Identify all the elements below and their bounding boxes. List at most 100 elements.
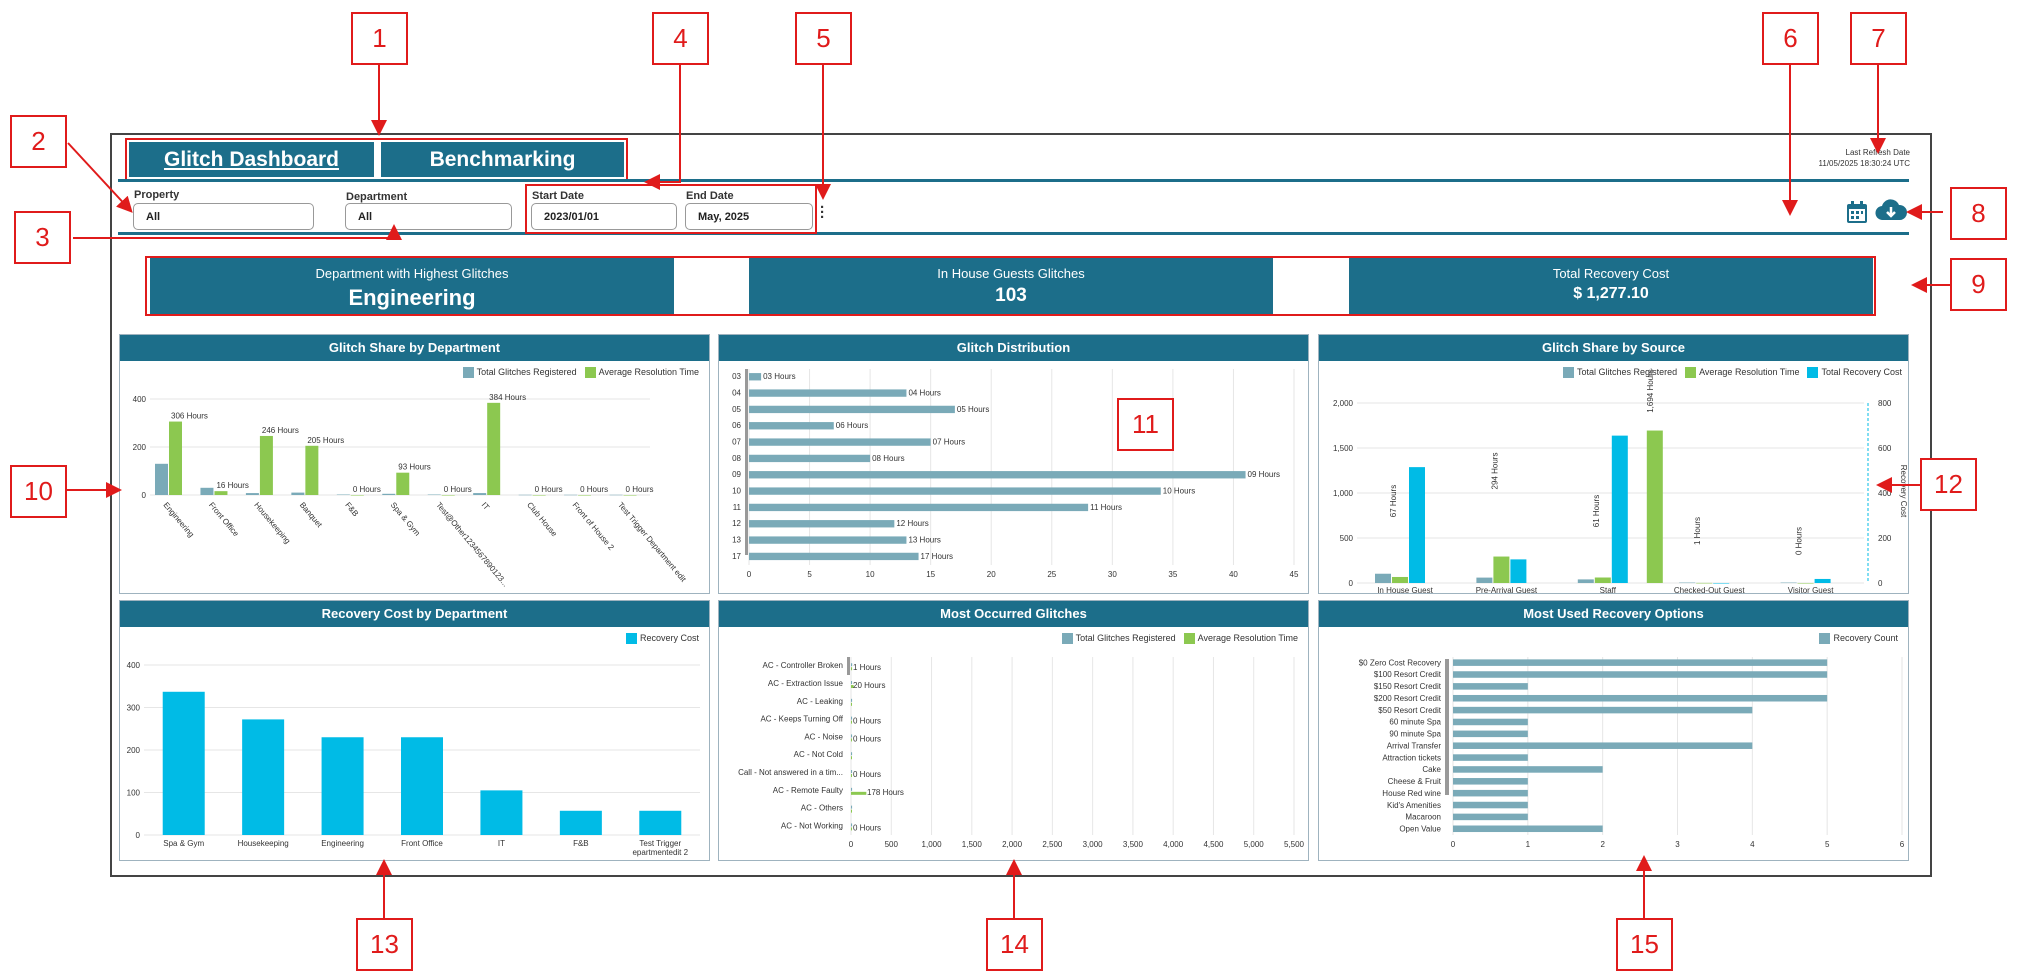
bar xyxy=(487,402,501,495)
data-label: 09 Hours xyxy=(1248,470,1280,479)
y-tick-label: 08 xyxy=(732,454,741,463)
data-label: 0 Hours xyxy=(444,485,472,494)
x-tick-label: Spa & Gym xyxy=(163,839,204,848)
x-tick-label: Club House xyxy=(525,501,559,539)
x-tick-label: 25 xyxy=(1047,570,1056,579)
y-tick-label: 10 xyxy=(732,486,741,495)
bar xyxy=(214,491,228,495)
x-tick-label: 5,000 xyxy=(1244,840,1265,849)
y2-axis-label: Recovery Cost xyxy=(1899,465,1908,518)
y-tick-label: Call - Not answered in a tim... xyxy=(738,768,843,777)
cloud-download-icon[interactable] xyxy=(1875,198,1907,224)
data-label: 05 Hours xyxy=(957,405,989,414)
kpi-highest-dept: Department with Highest Glitches Enginee… xyxy=(150,258,674,314)
scrollbar xyxy=(847,657,850,675)
bar xyxy=(749,503,1089,512)
x-tick-label: 500 xyxy=(885,840,899,849)
bar xyxy=(1453,801,1528,809)
bar xyxy=(1646,430,1663,583)
department-label: Department xyxy=(346,191,408,203)
kebab-menu-icon[interactable]: · · · xyxy=(820,200,825,225)
y-tick-label: AC - Extraction Issue xyxy=(768,679,844,688)
kpi-title: Total Recovery Cost xyxy=(1552,266,1670,281)
panel-title: Glitch Distribution xyxy=(719,335,1308,361)
y-tick-label: House Red wine xyxy=(1382,789,1441,798)
data-label: 0 Hours xyxy=(853,717,881,726)
tab-benchmarking[interactable]: Benchmarking xyxy=(381,142,624,177)
x-tick-label: IT xyxy=(480,501,492,512)
kpi-recovery-cost: Total Recovery Cost $ 1,277.10 xyxy=(1349,258,1873,314)
data-label: 0 Hours xyxy=(853,734,881,743)
y-tick-label: $50 Resort Credit xyxy=(1378,706,1441,715)
bar xyxy=(427,494,441,496)
bar xyxy=(851,805,853,809)
y-tick-label: 1,000 xyxy=(1333,489,1354,498)
data-label: 1,694 Hours xyxy=(1646,369,1655,413)
end-date-input[interactable]: May, 2025 xyxy=(685,203,813,230)
y-tick-label: Kid's Amenities xyxy=(1387,801,1441,810)
x-tick-label: Front Office xyxy=(401,839,443,848)
data-label: 0 Hours xyxy=(1795,527,1804,555)
data-label: 0 Hours xyxy=(535,485,563,494)
bar xyxy=(200,487,214,495)
property-select[interactable]: All xyxy=(133,203,314,230)
kpi-in-house: In House Guests Glitches 103 xyxy=(749,258,1273,314)
y-tick-label: 11 xyxy=(733,503,742,512)
bar xyxy=(851,774,852,778)
data-label: 10 Hours xyxy=(1163,486,1195,495)
calendar-icon[interactable] xyxy=(1846,200,1868,224)
data-label: 306 Hours xyxy=(171,412,208,421)
data-label: 0 Hours xyxy=(853,823,881,832)
x-tick-label: epartmentedit 2 xyxy=(632,848,688,857)
bar xyxy=(162,691,205,835)
y2-tick-label: 600 xyxy=(1878,444,1892,453)
x-tick-label: Checked-Out Guest xyxy=(1674,586,1745,593)
x-tick-label: 5 xyxy=(807,570,812,579)
x-tick-label: Housekeeping xyxy=(238,839,289,848)
x-tick-label: 0 xyxy=(1451,840,1456,849)
bar xyxy=(245,493,259,495)
panel-title: Glitch Share by Source xyxy=(1319,335,1908,361)
data-label: 246 Hours xyxy=(262,426,299,435)
callout-4: 4 xyxy=(652,12,709,65)
panel-title: Most Used Recovery Options xyxy=(1319,601,1908,627)
x-tick-label: 1 xyxy=(1526,840,1531,849)
bar xyxy=(382,493,396,495)
bar xyxy=(1453,825,1603,833)
y-tick-label: 0 xyxy=(142,491,147,500)
y-tick-label: $200 Resort Credit xyxy=(1374,694,1442,703)
x-tick-label: Front of House 2 xyxy=(571,501,617,553)
bar xyxy=(749,454,871,463)
tab-glitch-dashboard[interactable]: Glitch Dashboard xyxy=(129,142,374,177)
bar xyxy=(305,445,319,495)
bar xyxy=(480,790,523,835)
bar xyxy=(749,520,895,528)
panel-title: Most Occurred Glitches xyxy=(719,601,1308,627)
bar xyxy=(749,373,762,381)
chart-svg: 0 1 2 3 4 5 6 $0 Zero Cost Recovery $100 Resort … xyxy=(1359,657,1905,849)
start-date-input[interactable]: 2023/01/01 xyxy=(531,203,677,230)
bar xyxy=(559,810,602,835)
chart-svg: 0 200 400 306 Hours Engineering 16 Hours Front… xyxy=(133,393,689,589)
bar xyxy=(1453,706,1753,714)
bar xyxy=(1780,582,1797,584)
bar xyxy=(851,791,867,795)
scrollbar xyxy=(745,369,748,555)
bar xyxy=(1453,694,1828,702)
y-tick-label: 60 minute Spa xyxy=(1389,718,1441,727)
department-select[interactable]: All xyxy=(345,203,512,230)
panel-recovery-options: Most Used Recovery Options Recovery Coun… xyxy=(1318,600,1909,861)
y-tick-label: 17 xyxy=(732,552,741,561)
bar xyxy=(851,756,852,760)
y-tick-label: AC - Controller Broken xyxy=(763,661,843,670)
y-tick-label: AC - Not Cold xyxy=(794,750,843,759)
last-refresh-label: Last Refresh Date xyxy=(1845,148,1910,157)
callout-5: 5 xyxy=(795,12,852,65)
y-tick-label: AC - Others xyxy=(801,804,843,813)
data-label: 11 Hours xyxy=(1090,503,1122,512)
x-tick-label: 0 xyxy=(849,840,854,849)
data-label: 20 Hours xyxy=(853,681,885,690)
x-tick-label: Engineering xyxy=(161,501,195,539)
x-tick-label: Front Office xyxy=(207,501,241,539)
bar xyxy=(1392,576,1408,583)
